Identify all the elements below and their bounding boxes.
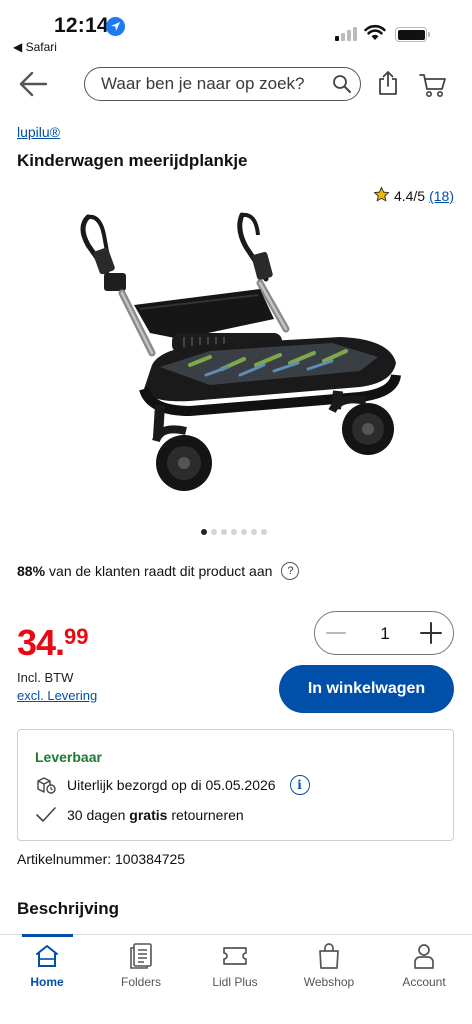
carousel-dot[interactable] [221, 529, 227, 535]
return-suffix: retourneren [171, 807, 244, 823]
quantity-stepper: 1 [314, 611, 454, 655]
quantity-value[interactable]: 1 [370, 624, 400, 644]
tab-label: Home [30, 975, 64, 989]
ticket-icon [195, 941, 275, 971]
folders-icon [101, 941, 181, 971]
star-icon [373, 186, 390, 206]
share-icon[interactable] [377, 70, 399, 101]
carousel-dot[interactable] [201, 529, 207, 535]
product-title: Kinderwagen meerijdplankje [17, 151, 248, 170]
price: 34.99 [17, 622, 89, 664]
bottom-tab-bar: Home Folders Lidl Plus Webshop Account [0, 934, 472, 1024]
tab-label: Account [402, 975, 446, 989]
help-icon[interactable]: ? [281, 562, 300, 580]
delivery-box-icon [35, 774, 57, 796]
tab-folders[interactable]: Folders [101, 941, 181, 989]
delivery-date-text: Uiterlijk bezorgd op di 05.05.2026 [67, 777, 276, 793]
add-to-cart-button[interactable]: In winkelwagen [279, 665, 454, 713]
recommend-text: van de klanten raadt dit product aan [49, 563, 273, 579]
tab-webshop[interactable]: Webshop [289, 941, 369, 989]
description-heading[interactable]: Beschrijving [17, 899, 119, 919]
account-icon [384, 941, 464, 971]
carousel-dot[interactable] [231, 529, 237, 535]
app-header [0, 60, 472, 110]
product-image[interactable] [60, 205, 412, 505]
search-input[interactable] [101, 72, 331, 96]
tab-label: Lidl Plus [212, 975, 258, 989]
tab-home[interactable]: Home [7, 941, 87, 989]
search-icon[interactable] [332, 74, 352, 99]
tab-label: Webshop [303, 975, 355, 989]
tab-lidl-plus[interactable]: Lidl Plus [195, 941, 275, 989]
delivery-info: Leverbaar Uiterlijk bezorgd op di 05.05.… [17, 729, 454, 841]
status-time: 12:14 [54, 14, 109, 37]
signal-icon [335, 26, 357, 41]
status-bar: 12:14 ◀ Safari [0, 0, 472, 60]
wifi-icon [364, 24, 386, 46]
availability-status: Leverbaar [35, 749, 102, 765]
price-integer: 34. [17, 622, 65, 663]
info-icon[interactable]: i [289, 775, 310, 795]
shopping-bag-icon [289, 941, 369, 971]
return-prefix: 30 dagen [67, 807, 126, 823]
carousel-dot[interactable] [241, 529, 247, 535]
return-bold: gratis [129, 807, 168, 823]
battery-icon [395, 27, 430, 42]
checkmark-icon [35, 804, 57, 826]
recommendation: 88% van de klanten raadt dit product aan… [17, 562, 300, 580]
delivery-date-line: Uiterlijk bezorgd op di 05.05.2026 i [35, 774, 310, 796]
brand-link[interactable]: lupilu® [17, 124, 60, 140]
home-icon [7, 941, 87, 971]
price-decimals: 99 [64, 624, 89, 649]
excl-delivery-link[interactable]: excl. Levering [17, 688, 97, 703]
plus-icon[interactable] [419, 621, 443, 645]
search-bar[interactable] [84, 67, 361, 101]
location-icon [106, 17, 125, 36]
rating-value: 4.4/5 [393, 188, 426, 204]
incl-vat-text: Incl. BTW [17, 670, 74, 685]
back-to-safari[interactable]: ◀ Safari [13, 40, 57, 54]
article-number: Artikelnummer: 100384725 [17, 851, 186, 867]
back-arrow-icon[interactable] [18, 70, 50, 98]
minus-icon[interactable] [325, 622, 347, 644]
active-tab-indicator [22, 934, 73, 937]
carousel-dot[interactable] [261, 529, 267, 535]
carousel-dot[interactable] [211, 529, 217, 535]
tab-account[interactable]: Account [384, 941, 464, 989]
return-line: 30 dagen gratis retourneren [35, 804, 244, 826]
image-carousel-dots[interactable] [201, 529, 267, 535]
review-count-link[interactable]: (18) [429, 188, 454, 204]
product-rating[interactable]: 4.4/5 (18) [373, 186, 454, 206]
tab-label: Folders [120, 975, 161, 989]
carousel-dot[interactable] [251, 529, 257, 535]
recommend-percent: 88% [17, 563, 46, 579]
cart-icon[interactable] [419, 72, 447, 103]
